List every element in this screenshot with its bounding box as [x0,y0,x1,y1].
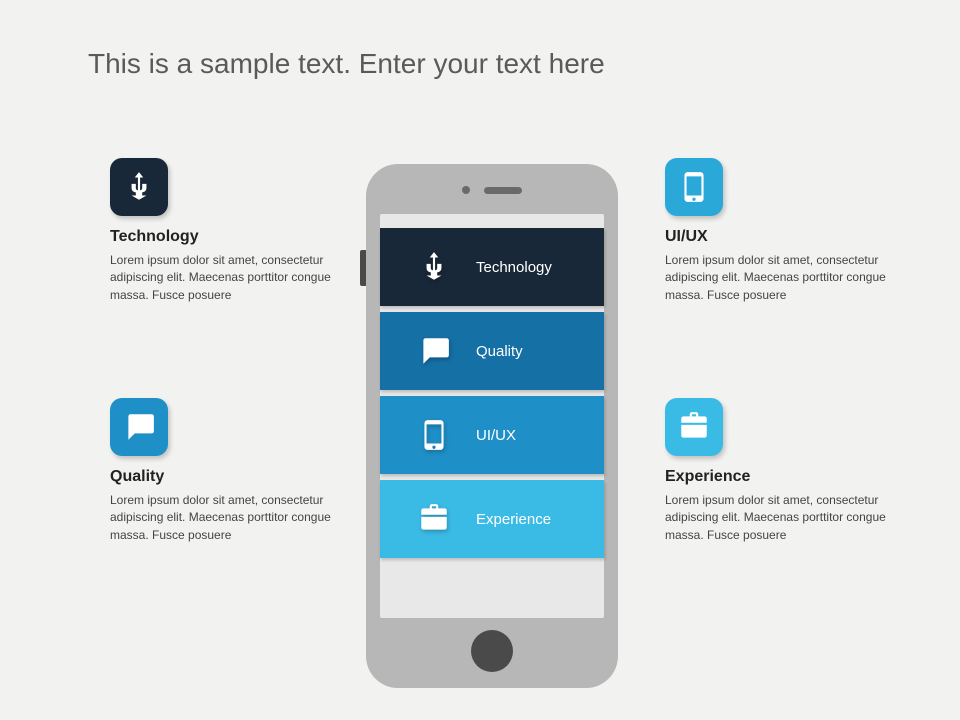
tile-experience: Experience [380,480,604,558]
usb-icon [416,249,452,285]
feature-title: Quality [110,468,340,486]
tile-technology: Technology [380,228,604,306]
tile-label: UI/UX [476,427,516,444]
feature-desc: Lorem ipsum dolor sit amet, consectetur … [110,492,340,544]
feature-desc: Lorem ipsum dolor sit amet, consectetur … [665,252,895,304]
feature-technology: Technology Lorem ipsum dolor sit amet, c… [110,158,340,304]
tile-quality: Quality [380,312,604,390]
feature-title: Technology [110,228,340,246]
phone-camera [462,186,470,194]
briefcase-icon [665,398,723,456]
feature-uiux: UI/UX Lorem ipsum dolor sit amet, consec… [665,158,895,304]
phone-home-button [471,630,513,672]
tile-label: Technology [476,259,552,276]
tile-uiux: UI/UX [380,396,604,474]
phone-notch [462,186,522,194]
feature-title: UI/UX [665,228,895,246]
smartphone-icon [416,417,452,453]
phone-speaker [484,187,522,194]
phone-screen: Technology Quality UI/UX Experience [380,214,604,618]
chat-star-icon [110,398,168,456]
briefcase-icon [416,501,452,537]
smartphone-icon [665,158,723,216]
feature-title: Experience [665,468,895,486]
phone-side-button [360,250,366,286]
chat-star-icon [416,333,452,369]
slide-title: This is a sample text. Enter your text h… [88,48,605,80]
feature-desc: Lorem ipsum dolor sit amet, consectetur … [665,492,895,544]
usb-icon [110,158,168,216]
feature-quality: Quality Lorem ipsum dolor sit amet, cons… [110,398,340,544]
feature-experience: Experience Lorem ipsum dolor sit amet, c… [665,398,895,544]
feature-desc: Lorem ipsum dolor sit amet, consectetur … [110,252,340,304]
phone-mockup: Technology Quality UI/UX Experience [366,164,618,688]
tile-label: Experience [476,511,551,528]
tile-label: Quality [476,343,523,360]
